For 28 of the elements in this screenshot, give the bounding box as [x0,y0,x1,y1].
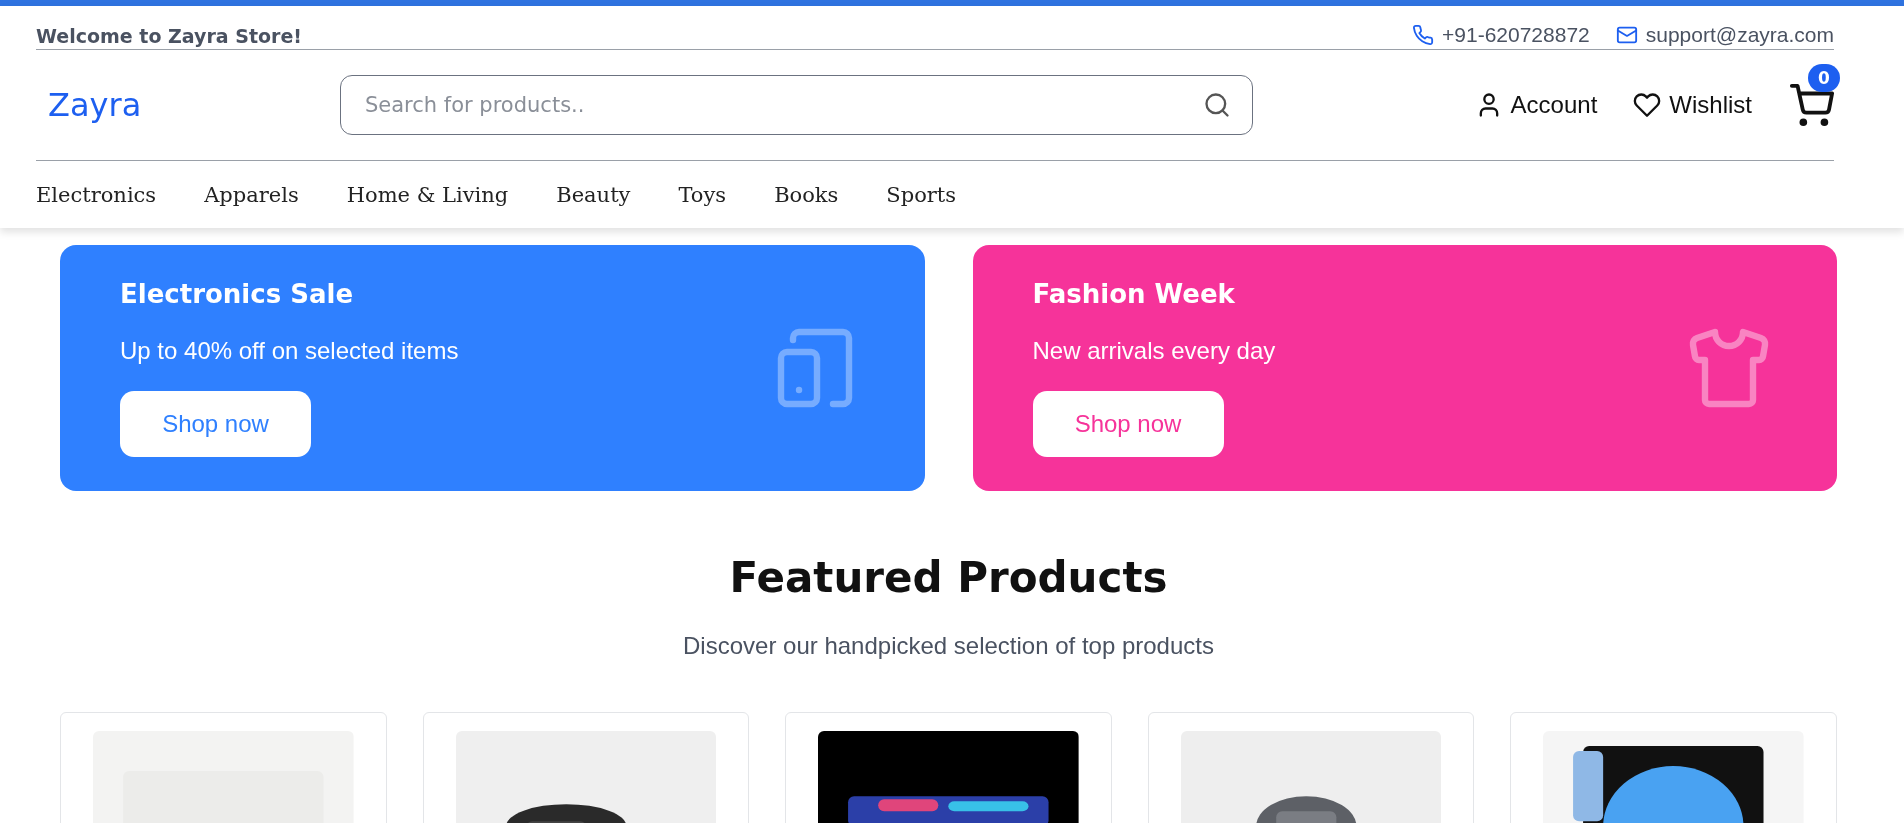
store-logo[interactable]: Zayra [36,86,340,124]
search-field[interactable]: Search for products.. [340,75,1253,135]
category-link[interactable]: Electronics [36,182,157,207]
wishlist-link[interactable]: Wishlist [1633,91,1752,119]
category-link[interactable]: Beauty [556,182,631,207]
section-heading: Featured Products [728,553,1169,602]
cart-count-badge: 0 [1808,64,1840,92]
mail-icon [1615,24,1638,46]
category-link[interactable]: Sports [886,182,957,207]
account-link[interactable]: Account [1474,91,1598,119]
cart-icon[interactable] [1788,82,1834,128]
banner-title: Electronics Sale [120,279,353,309]
banner-text: New arrivals every day [1032,337,1276,365]
phone-number: +91-620728872 [1442,23,1590,47]
category-link[interactable]: Toys [678,182,727,207]
shop-now-button[interactable]: Shop now [120,391,311,457]
welcome-text: Welcome to Zayra Store! [36,25,302,47]
category-link[interactable]: Books [774,182,839,207]
email-address: support@zayra.com [1645,23,1834,47]
phone-icon [1412,24,1435,46]
category-link[interactable]: Home & Living [346,182,509,207]
search-icon[interactable] [1203,91,1231,119]
section-subtitle: Discover our handpicked selection of top products [682,632,1215,660]
banner-title: Fashion Week [1032,279,1235,309]
banner-text: Up to 40% off on selected items [120,337,459,365]
category-link[interactable]: Apparels [204,182,299,207]
heart-icon [1633,91,1662,119]
shop-now-button[interactable]: Shop now [1032,391,1224,457]
